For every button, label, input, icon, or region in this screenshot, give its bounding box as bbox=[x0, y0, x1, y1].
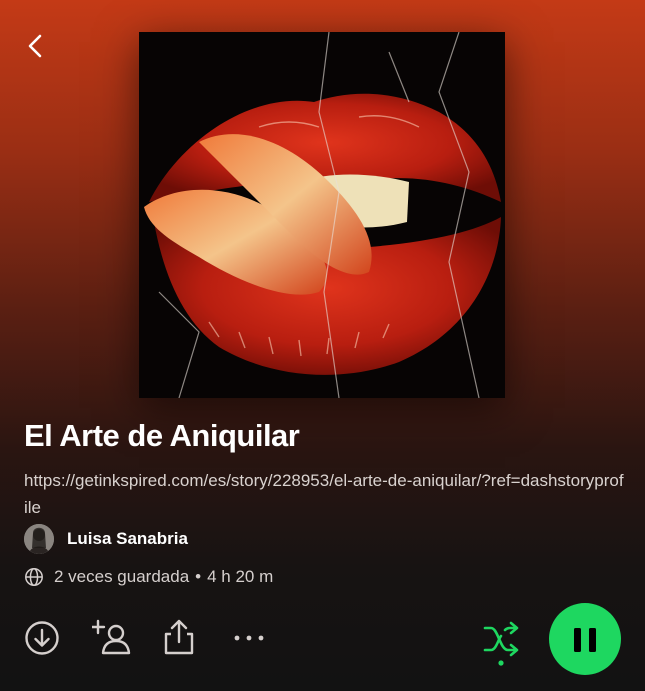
chevron-left-icon bbox=[28, 34, 42, 58]
playlist-cover-art bbox=[139, 32, 505, 398]
download-button[interactable] bbox=[24, 620, 60, 661]
pause-button[interactable] bbox=[549, 603, 621, 675]
download-icon bbox=[25, 621, 59, 655]
saves-count: 2 veces guardada bbox=[54, 567, 190, 586]
playlist-meta: 2 veces guardada • 4 h 20 m bbox=[24, 566, 273, 588]
more-options-button[interactable] bbox=[232, 628, 266, 653]
more-options-icon bbox=[234, 635, 264, 641]
share-icon bbox=[164, 619, 194, 655]
back-button[interactable] bbox=[20, 30, 52, 62]
add-user-icon bbox=[90, 619, 131, 655]
playlist-description: https://getinkspired.com/es/story/228953… bbox=[24, 471, 624, 517]
shuffle-button[interactable] bbox=[482, 620, 522, 673]
meta-separator: • bbox=[195, 567, 202, 586]
owner-name[interactable]: Luisa Sanabria bbox=[67, 529, 188, 549]
avatar[interactable] bbox=[24, 524, 54, 554]
share-button[interactable] bbox=[162, 618, 196, 661]
globe-icon bbox=[25, 568, 43, 586]
shuffle-icon bbox=[483, 621, 519, 666]
owner-row[interactable]: Luisa Sanabria bbox=[24, 524, 188, 554]
add-user-button[interactable] bbox=[90, 619, 132, 662]
playlist-duration: 4 h 20 m bbox=[207, 567, 274, 586]
playlist-title: El Arte de Aniquilar bbox=[24, 418, 300, 453]
